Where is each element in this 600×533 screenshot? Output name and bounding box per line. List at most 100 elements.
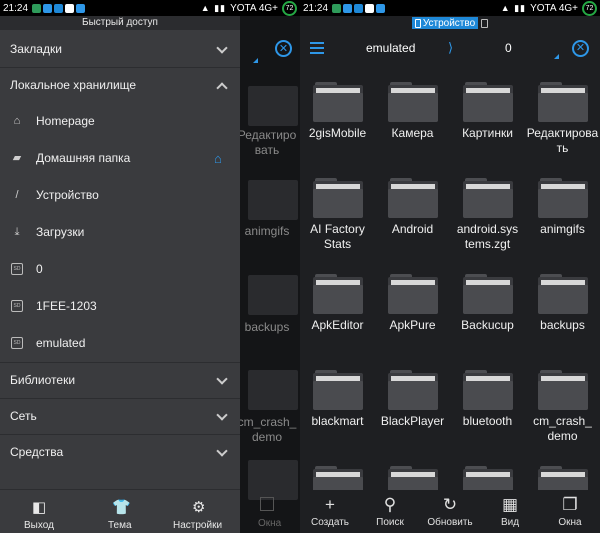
folder-item[interactable]: Редактирова ть [525, 70, 600, 165]
refresh-button[interactable]: ↻ Обновить [420, 490, 480, 533]
folder-icon [463, 370, 513, 410]
notification-icon [43, 3, 53, 13]
refresh-label: Обновить [427, 517, 473, 528]
signal-icon: ▲ ▮▮ [500, 2, 527, 13]
folder-item[interactable]: AI Factory Stats [300, 166, 375, 261]
battery-icon: 72 [282, 0, 297, 16]
section-network[interactable]: Сеть [0, 399, 240, 433]
drawer-item-storage-1fee[interactable]: SD 1FEE-1203 [0, 288, 240, 325]
notification-icon [354, 3, 364, 13]
breadcrumb-emulated[interactable]: emulated [366, 41, 415, 55]
folder-label: ApkPure [389, 318, 436, 332]
folder-icon [388, 274, 438, 314]
tab-secondary-phone-icon[interactable] [481, 18, 489, 28]
section-local-storage[interactable]: Локальное хранилище [0, 68, 240, 102]
sd-card-icon: SD [11, 263, 23, 275]
drawer-item-downloads[interactable]: ⤓ Загрузки [0, 214, 240, 251]
folder-icon [538, 82, 588, 122]
folder-label: animgifs [244, 224, 290, 238]
close-icon[interactable]: ✕ [572, 40, 589, 57]
folder-label: Камера [391, 126, 434, 140]
folder-label: Картинки [462, 126, 513, 140]
section-tools[interactable]: Средства [0, 435, 240, 469]
folder-icon [463, 178, 513, 218]
folder-icon [313, 370, 363, 410]
folder-label: blackmart [311, 414, 364, 428]
folder-icon [248, 86, 298, 126]
folder-label: backups [244, 320, 290, 334]
sd-card-icon: SD [11, 337, 23, 349]
folder-label: Редактирова ть [526, 126, 599, 155]
folder-item[interactable]: Камера [375, 70, 450, 165]
drawer-item-home-folder[interactable]: ▰ Домашняя папка ⌂ [0, 140, 240, 177]
windows-button[interactable]: ❐ Окна [540, 490, 600, 533]
folder-label: cm_crash_ demo [237, 415, 297, 444]
folder-icon [388, 370, 438, 410]
folder-icon [538, 274, 588, 314]
folder-icon [388, 82, 438, 122]
view-button[interactable]: ▦ Вид [480, 490, 540, 533]
menu-icon[interactable] [310, 42, 324, 54]
folder-item[interactable]: Картинки [450, 70, 525, 165]
chevron-down-icon [216, 445, 228, 457]
set-home-icon[interactable]: ⌂ [214, 151, 222, 166]
drawer-item-emulated[interactable]: SD emulated [0, 325, 240, 362]
theme-button[interactable]: 👕 Тема [100, 490, 140, 533]
folder-item[interactable]: ApkEditor [300, 262, 375, 357]
gear-icon: ⚙ [192, 499, 206, 516]
notification-icon [376, 3, 386, 13]
bottom-toolbar: + Создать ⚲ Поиск ↻ Обновить ▦ Вид ❐ Окн… [300, 490, 600, 533]
folder-item[interactable]: backups [525, 262, 600, 357]
folder-item[interactable]: android.sys tems.zgt [450, 166, 525, 261]
folder-label: cm_crash_ demo [533, 414, 592, 443]
exit-label: Выход [24, 520, 54, 531]
folder-item[interactable]: blackmart [300, 358, 375, 453]
folder-item[interactable]: Android [375, 166, 450, 261]
chevron-down-icon [216, 409, 228, 421]
plus-icon: + [325, 495, 335, 514]
folder-item[interactable]: BlackPlayer [375, 358, 450, 453]
folder-label: BlackPlayer [380, 414, 445, 428]
battery-icon: 72 [582, 0, 597, 16]
drawer-item-label: Загрузки [36, 225, 85, 239]
breadcrumb-0[interactable]: 0 [505, 41, 512, 55]
download-icon: ⤓ [14, 226, 20, 238]
folder-item[interactable]: 2gisMobile [300, 70, 375, 165]
folder-icon [313, 82, 363, 122]
section-bookmarks[interactable]: Закладки [0, 32, 240, 66]
folder-item[interactable]: animgifs [525, 166, 600, 261]
section-label: Средства [10, 445, 64, 459]
folder-item[interactable]: cm_crash_ demo [525, 358, 600, 453]
folder-icon [388, 178, 438, 218]
folder-item[interactable] [300, 454, 375, 490]
folder-label: 2gisMobile [308, 126, 367, 140]
folder-item[interactable]: Backucup [450, 262, 525, 357]
settings-button[interactable]: ⚙ Настройки [170, 490, 230, 533]
folder-icon [313, 274, 363, 314]
settings-label: Настройки [173, 520, 223, 531]
windows-icon [260, 497, 274, 511]
path-dropdown-icon[interactable] [554, 54, 559, 59]
drawer-item-homepage[interactable]: ⌂ Homepage [0, 103, 240, 140]
folder-item[interactable] [525, 454, 600, 490]
drawer-item-storage-0[interactable]: SD 0 [0, 251, 240, 288]
folder-label: Android [391, 222, 434, 236]
folder-icon [248, 275, 298, 315]
folder-item[interactable]: bluetooth [450, 358, 525, 453]
folder-icon [248, 460, 298, 500]
folder-item[interactable] [375, 454, 450, 490]
notification-icon [332, 3, 342, 13]
create-button[interactable]: + Создать [300, 490, 360, 533]
notification-icon [32, 3, 42, 13]
search-button[interactable]: ⚲ Поиск [360, 490, 420, 533]
folder-icon [463, 466, 513, 490]
folder-item[interactable]: ApkPure [375, 262, 450, 357]
section-libraries[interactable]: Библиотеки [0, 363, 240, 397]
folder-icon [463, 274, 513, 314]
notification-icon [76, 3, 86, 13]
tab-device[interactable]: Устройство [411, 17, 479, 29]
drawer-item-label: emulated [36, 336, 86, 350]
drawer-item-device[interactable]: / Устройство [0, 177, 240, 214]
exit-button[interactable]: ◧ Выход [20, 490, 60, 533]
folder-item[interactable] [450, 454, 525, 490]
